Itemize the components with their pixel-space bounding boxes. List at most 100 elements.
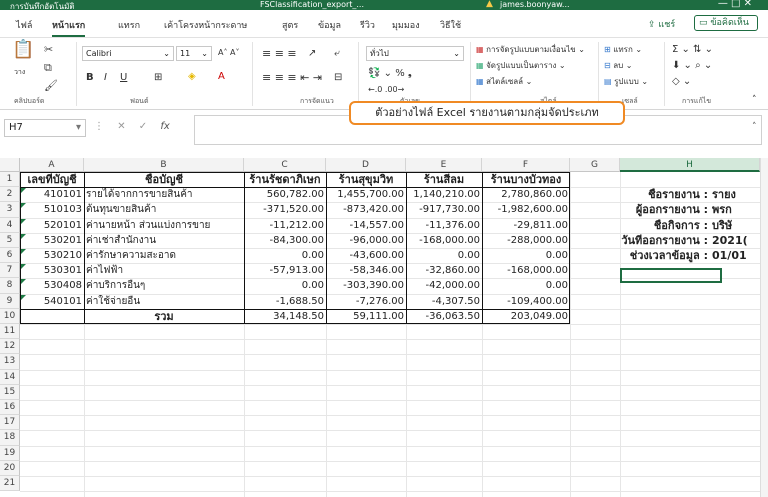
total-label-cell[interactable]: รวม [84, 310, 244, 324]
total-amount-cell[interactable]: -36,063.50 [406, 310, 482, 324]
account-name-cell[interactable]: ค่ารักษาความสะอาด [84, 249, 244, 263]
row-header[interactable]: 20 [0, 460, 20, 476]
account-number-cell[interactable]: 530301 [20, 264, 84, 278]
tab-page-layout[interactable]: เค้าโครงหน้ากระดาษ [164, 18, 247, 32]
column-header-f[interactable]: F [482, 158, 570, 172]
cell-styles-button[interactable]: ▦ สไตล์เซลล์ ⌄ [476, 76, 532, 88]
column-header-c[interactable]: C [244, 158, 326, 172]
account-name-cell[interactable]: รายได้จากการขายสินค้า [84, 188, 244, 202]
worksheet-grid[interactable]: A B C D E F G H 1 2 3 4 5 6 7 8 9 10 11 12 13 14 15 16 1… [0, 158, 768, 497]
amount-cell[interactable]: -1,982,600.00 [482, 203, 570, 217]
column-header-a[interactable]: A [20, 158, 84, 172]
error-indicator-icon[interactable] [21, 294, 26, 300]
error-indicator-icon[interactable] [21, 218, 26, 224]
info-label-cell[interactable]: ชื่อกิจการ : [570, 219, 710, 233]
account-name-cell[interactable]: ต้นทุนขายสินค้า [84, 203, 244, 217]
vertical-scrollbar[interactable] [760, 158, 768, 497]
font-size-select[interactable]: 11 ⌄ [176, 46, 212, 61]
amount-cell[interactable]: -371,520.00 [244, 203, 326, 217]
enter-icon[interactable]: ✓ [139, 121, 147, 132]
total-amount-cell[interactable]: 59,111.00 [326, 310, 406, 324]
info-value-cell[interactable]: 01/01 [710, 249, 760, 263]
info-label-cell[interactable]: ช่วงเวลาข้อมูล : [570, 249, 710, 263]
conditional-format-button[interactable]: ▦ การจัดรูปแบบตามเงื่อนไข ⌄ [476, 44, 585, 56]
expand-formula-icon[interactable]: ˄ [752, 122, 757, 132]
number-format-select[interactable]: ทั่วไป ⌄ [366, 46, 464, 61]
italic-icon[interactable]: I [104, 72, 107, 84]
info-value-cell[interactable]: 2021( [710, 234, 760, 248]
table-header-cell[interactable]: ร้านบางบัวทอง [482, 173, 570, 187]
amount-cell[interactable]: -96,000.00 [326, 234, 406, 248]
row-header[interactable]: 16 [0, 400, 20, 416]
row-header[interactable]: 21 [0, 476, 20, 492]
account-number-cell[interactable]: 520101 [20, 219, 84, 233]
amount-cell[interactable]: -303,390.00 [326, 279, 406, 293]
info-value-cell[interactable]: บริษั [710, 219, 760, 233]
account-number-cell[interactable]: 530210 [20, 249, 84, 263]
account-name-cell[interactable]: ค่าบริการอื่นๆ [84, 279, 244, 293]
window-controls[interactable]: — □ ✕ [718, 0, 752, 9]
row-header[interactable]: 5 [0, 232, 20, 248]
amount-cell[interactable]: -873,420.00 [326, 203, 406, 217]
amount-cell[interactable]: -109,400.00 [482, 295, 570, 309]
tab-view[interactable]: มุมมอง [392, 18, 420, 32]
amount-cell[interactable]: 1,140,210.00 [406, 188, 482, 202]
info-label-cell[interactable]: ชื่อรายงาน : [570, 188, 710, 202]
row-header[interactable]: 15 [0, 384, 20, 400]
table-header-cell[interactable]: ชื่อบัญชี [84, 173, 244, 187]
column-header-h[interactable]: H [620, 158, 760, 172]
table-header-cell[interactable]: ร้านสุขุมวิท [326, 173, 406, 187]
tab-help[interactable]: วิธีใช้ [440, 18, 461, 32]
wrap-text-icon[interactable]: ⤶ [334, 48, 340, 60]
cut-icon[interactable]: ✂ [44, 44, 53, 56]
row-header[interactable]: 11 [0, 324, 20, 340]
amount-cell[interactable]: -14,557.00 [326, 219, 406, 233]
name-box[interactable]: H7 ▾ [4, 119, 86, 137]
cancel-icon[interactable]: ✕ [117, 121, 125, 132]
amount-cell[interactable]: -7,276.00 [326, 295, 406, 309]
info-label-cell[interactable]: วันที่ออกรายงาน : [570, 234, 710, 248]
row-header[interactable]: 14 [0, 369, 20, 385]
info-label-cell[interactable]: ผู้ออกรายงาน : [570, 203, 710, 217]
tab-insert[interactable]: แทรก [118, 18, 140, 32]
row-header[interactable]: 13 [0, 354, 20, 370]
amount-cell[interactable]: 1,455,700.00 [326, 188, 406, 202]
column-header-d[interactable]: D [326, 158, 406, 172]
amount-cell[interactable]: -288,000.00 [482, 234, 570, 248]
row-header[interactable]: 4 [0, 217, 20, 233]
share-button[interactable]: ⇪ แชร์ [648, 17, 675, 31]
row-header[interactable]: 8 [0, 278, 20, 294]
clear-icon[interactable]: ◇ ⌄ [672, 76, 691, 88]
merge-center-icon[interactable]: ⊟ [334, 72, 342, 84]
active-cell-h7[interactable] [620, 268, 722, 283]
amount-cell[interactable]: -11,376.00 [406, 219, 482, 233]
amount-cell[interactable]: 560,782.00 [244, 188, 326, 202]
amount-cell[interactable]: -84,300.00 [244, 234, 326, 248]
amount-cell[interactable]: -168,000.00 [406, 234, 482, 248]
account-name-cell[interactable]: ค่าไฟฟ้า [84, 264, 244, 278]
align-top-icon[interactable]: ≡ ≡ ≡ [262, 48, 297, 60]
row-header[interactable]: 6 [0, 248, 20, 264]
row-header[interactable]: 3 [0, 202, 20, 218]
tab-review[interactable]: รีวิว [360, 18, 375, 32]
amount-cell[interactable]: -58,346.00 [326, 264, 406, 278]
fx-icon[interactable]: fx [160, 121, 169, 132]
error-indicator-icon[interactable] [21, 188, 26, 194]
account-number-cell[interactable]: 410101 [20, 188, 84, 202]
amount-cell[interactable]: -11,212.00 [244, 219, 326, 233]
table-header-cell[interactable]: เลขที่บัญชี [20, 173, 84, 187]
amount-cell[interactable]: -917,730.00 [406, 203, 482, 217]
info-value-cell[interactable]: รายง [710, 188, 760, 202]
tab-home[interactable]: หน้าแรก [52, 18, 86, 37]
format-painter-icon[interactable]: 🖌 [44, 80, 58, 92]
grow-font-icon[interactable]: A˄ A˅ [218, 47, 240, 59]
info-value-cell[interactable]: พรก [710, 203, 760, 217]
amount-cell[interactable]: 0.00 [406, 249, 482, 263]
paste-icon[interactable]: 📋 [12, 41, 34, 59]
underline-icon[interactable]: U [120, 72, 127, 84]
row-header[interactable]: 1 [0, 172, 20, 188]
fill-color-icon[interactable]: ◈ [188, 71, 196, 83]
orientation-icon[interactable]: ↗ [308, 48, 316, 60]
total-amount-cell[interactable]: 203,049.00 [482, 310, 570, 324]
account-name-cell[interactable]: ค่านายหน้า ส่วนแบ่งการขาย [84, 219, 244, 233]
